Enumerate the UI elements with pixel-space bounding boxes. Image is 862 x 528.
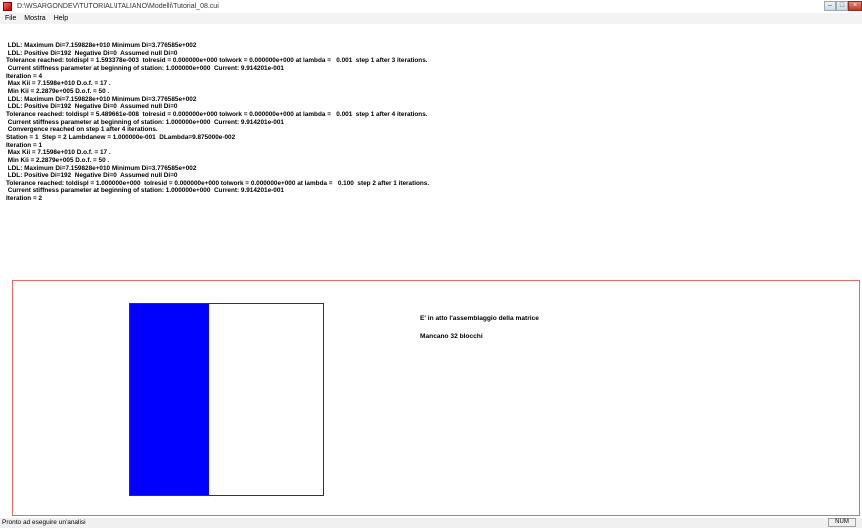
log-line: LDL: Positive Di=192 Negative Di=0 Assum…: [6, 49, 178, 57]
log-line: Current stiffness parameter at beginning…: [6, 64, 284, 72]
remaining-blocks-message: Mancano 32 blocchi: [420, 333, 483, 340]
caption-buttons: – □ ×: [824, 0, 862, 12]
log-line: Max Kii = 7.1598e+010 D.o.f. = 17 .: [6, 80, 111, 88]
minimize-icon[interactable]: –: [824, 1, 836, 11]
log-line: Iteration = 4: [6, 72, 43, 80]
log-line: Current stiffness parameter at beginning…: [6, 118, 284, 126]
title-bar[interactable]: D:\WSARGONDEV\TUTORIAL\ITALIANO\Modelli\…: [0, 0, 862, 13]
menu-mostra[interactable]: Mostra: [21, 15, 48, 22]
log-line: Min Kii = 2.2879e+005 D.o.f. = 50 .: [6, 156, 110, 164]
log-line: LDL: Maximum Di=7.159828e+010 Minimum Di…: [6, 42, 197, 49]
log-line: Station = 1 Step = 2 Lambdanew = 1.00000…: [6, 133, 236, 141]
log-output[interactable]: LDL: Maximum Di=7.159828e+010 Minimum Di…: [6, 42, 856, 274]
menu-file[interactable]: File: [2, 15, 19, 22]
assembly-status-message: E' in atto l'assemblaggio della matrice: [420, 315, 539, 322]
log-line: Iteration = 2: [6, 195, 43, 203]
close-icon[interactable]: ×: [848, 1, 862, 11]
log-line: Tolerance reached: toldispl = 1.593378e-…: [6, 57, 428, 65]
log-line: Tolerance reached: toldispl = 1.000000e+…: [6, 179, 430, 187]
log-line: Current stiffness parameter at beginning…: [6, 187, 284, 195]
num-lock-indicator: NUM: [828, 518, 856, 527]
app-icon[interactable]: [3, 2, 12, 11]
menu-help[interactable]: Help: [51, 15, 71, 22]
log-line: Tolerance reached: toldispl = 5.489661e-…: [6, 110, 428, 118]
status-text: Pronto ad eseguire un'analisi: [2, 519, 86, 526]
window-title: D:\WSARGONDEV\TUTORIAL\ITALIANO\Modelli\…: [17, 3, 219, 10]
log-line: LDL: Maximum Di=7.159828e+010 Minimum Di…: [6, 164, 197, 172]
graphics-panel: E' in atto l'assemblaggio della matrice …: [12, 280, 860, 516]
log-line: Iteration = 1: [6, 141, 43, 149]
assembly-progress-fill: [130, 304, 210, 495]
log-line: LDL: Maximum Di=7.159828e+010 Minimum Di…: [6, 95, 197, 103]
menu-bar: File Mostra Help: [0, 13, 862, 24]
log-line: Convergence reached on step 1 after 4 it…: [6, 126, 158, 134]
log-line: LDL: Positive Di=192 Negative Di=0 Assum…: [6, 103, 178, 111]
maximize-icon[interactable]: □: [836, 1, 848, 11]
log-line: LDL: Positive Di=192 Negative Di=0 Assum…: [6, 172, 178, 180]
log-line: Max Kii = 7.1598e+010 D.o.f. = 17 .: [6, 149, 111, 157]
assembly-progress-bar: [129, 303, 324, 496]
status-bar: Pronto ad eseguire un'analisi NUM: [0, 518, 862, 528]
application-window: D:\WSARGONDEV\TUTORIAL\ITALIANO\Modelli\…: [0, 0, 862, 528]
log-line: Min Kii = 2.2879e+005 D.o.f. = 50 .: [6, 87, 110, 95]
